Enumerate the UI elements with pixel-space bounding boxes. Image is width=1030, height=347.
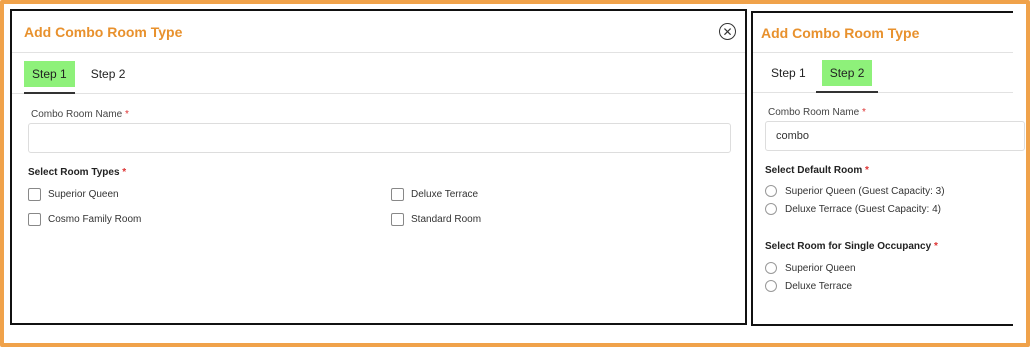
checkbox-label: Cosmo Family Room: [48, 214, 142, 225]
single-occupancy-options: Superior Queen Deluxe Terrace: [765, 259, 1001, 295]
close-icon[interactable]: ✕: [719, 23, 736, 40]
required-mark: *: [865, 165, 869, 176]
required-mark: *: [933, 241, 938, 252]
radio-icon[interactable]: [765, 262, 777, 274]
required-mark: *: [124, 109, 129, 120]
checkbox-icon[interactable]: [28, 213, 41, 226]
modal-step2: Add Combo Room Type Step 1 Step 2 Combo …: [751, 11, 1025, 326]
required-mark: *: [861, 107, 866, 118]
checkbox-icon[interactable]: [391, 188, 404, 201]
modal-title: Add Combo Room Type: [761, 24, 920, 41]
radio-default-superior-queen[interactable]: Superior Queen (Guest Capacity: 3): [765, 182, 1001, 200]
checkbox-deluxe-terrace[interactable]: Deluxe Terrace: [391, 188, 691, 201]
step-tabs: Step 1 Step 2: [12, 53, 745, 94]
checkbox-label: Deluxe Terrace: [411, 189, 479, 200]
modal-title: Add Combo Room Type: [24, 23, 183, 40]
radio-single-deluxe-terrace[interactable]: Deluxe Terrace: [765, 277, 1001, 295]
room-types-label: Select Room Types *: [28, 167, 729, 178]
combo-name-input[interactable]: combo: [765, 121, 1025, 151]
radio-label: Superior Queen: [785, 262, 856, 274]
radio-default-deluxe-terrace[interactable]: Deluxe Terrace (Guest Capacity: 4): [765, 200, 1001, 218]
required-mark: *: [122, 167, 127, 178]
modal-header: Add Combo Room Type: [753, 13, 1013, 53]
radio-single-superior-queen[interactable]: Superior Queen: [765, 259, 1001, 277]
room-types-list: Superior Queen Deluxe Terrace Cosmo Fami…: [28, 188, 729, 226]
checkbox-icon[interactable]: [391, 213, 404, 226]
step2-form: Combo Room Name * combo Select Default R…: [753, 93, 1025, 295]
modal-step1: Add Combo Room Type ✕ Step 1 Step 2 Comb…: [10, 9, 747, 325]
room-types-label-text: Select Room Types: [28, 167, 120, 178]
checkbox-icon[interactable]: [28, 188, 41, 201]
tab-step-1[interactable]: Step 1: [24, 61, 75, 94]
step1-form: Combo Room Name * Select Room Types * Su…: [12, 94, 745, 226]
radio-label: Deluxe Terrace (Guest Capacity: 4): [785, 203, 941, 215]
combo-name-label-text: Combo Room Name: [768, 107, 860, 118]
single-occupancy-label: Select Room for Single Occupancy *: [765, 241, 1001, 252]
default-room-label: Select Default Room *: [765, 165, 1001, 176]
checkbox-label: Superior Queen: [48, 189, 119, 200]
checkbox-standard-room[interactable]: Standard Room: [391, 213, 691, 226]
radio-label: Deluxe Terrace: [785, 280, 853, 292]
combo-name-input[interactable]: [28, 123, 731, 153]
tab-step-1[interactable]: Step 1: [763, 60, 814, 86]
tab-step-2[interactable]: Step 2: [815, 60, 879, 93]
combo-name-label: Combo Room Name *: [31, 109, 729, 120]
radio-icon[interactable]: [765, 280, 777, 292]
checkbox-cosmo-family-room[interactable]: Cosmo Family Room: [28, 213, 391, 226]
modal-header: Add Combo Room Type ✕: [12, 11, 745, 53]
checkbox-label: Standard Room: [411, 214, 482, 225]
radio-label: Superior Queen (Guest Capacity: 3): [785, 185, 945, 197]
combo-name-label-text: Combo Room Name: [31, 109, 123, 120]
default-room-label-text: Select Default Room: [765, 165, 863, 176]
single-occupancy-label-text: Select Room for Single Occupancy: [765, 241, 932, 252]
default-room-options: Superior Queen (Guest Capacity: 3) Delux…: [765, 182, 1001, 218]
combo-name-label: Combo Room Name *: [768, 107, 1001, 118]
step-tabs: Step 1 Step 2: [753, 53, 1013, 93]
tab-step-2[interactable]: Step 2: [83, 61, 134, 87]
checkbox-superior-queen[interactable]: Superior Queen: [28, 188, 391, 201]
radio-icon[interactable]: [765, 185, 777, 197]
radio-icon[interactable]: [765, 203, 777, 215]
